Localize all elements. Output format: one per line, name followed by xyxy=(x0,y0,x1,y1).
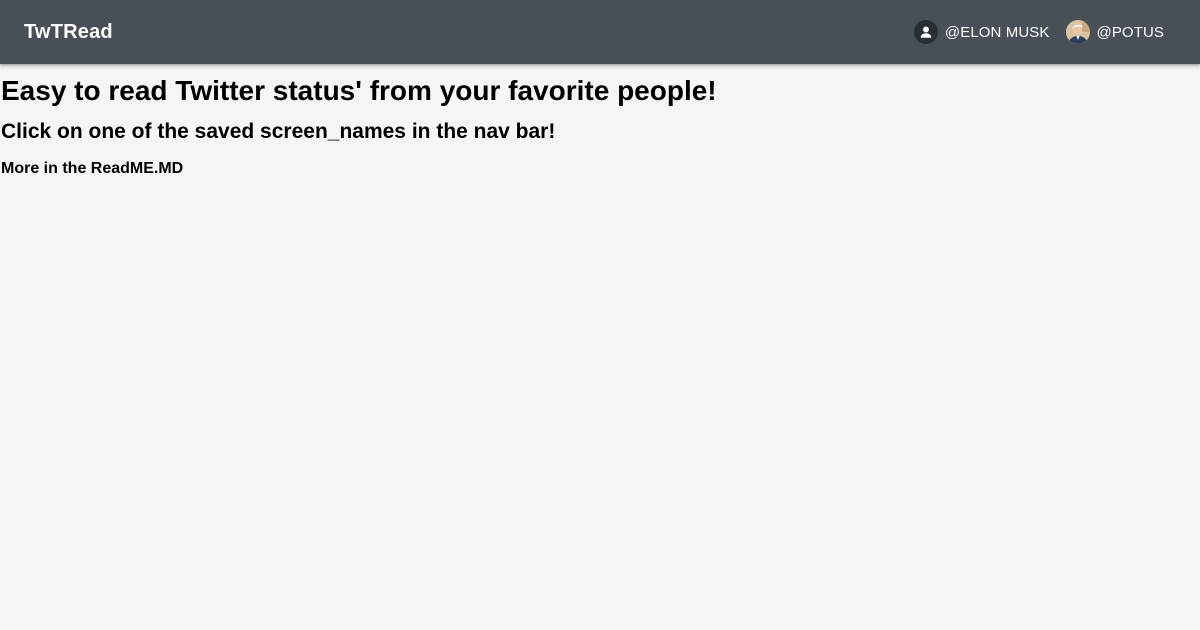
nav-user-label: @POTUS xyxy=(1096,23,1164,41)
top-navbar: TwTRead @ELON MUSK @POTUS xyxy=(0,0,1200,64)
nav-user-label: @ELON MUSK xyxy=(944,23,1050,41)
page-subheadline: Click on one of the saved screen_names i… xyxy=(1,120,556,143)
nav-user-elon-musk[interactable]: @ELON MUSK xyxy=(913,20,1050,44)
readme-note: More in the ReadME.MD xyxy=(1,160,184,177)
user-photo-avatar xyxy=(1065,20,1090,44)
page-headline: Easy to read Twitter status' from your f… xyxy=(1,75,717,106)
nav-user-potus[interactable]: @POTUS xyxy=(1065,20,1165,44)
saved-users-nav: @ELON MUSK @POTUS xyxy=(898,20,1176,44)
brand-logo-text[interactable]: TwTRead xyxy=(24,21,113,44)
person-icon xyxy=(913,20,938,44)
